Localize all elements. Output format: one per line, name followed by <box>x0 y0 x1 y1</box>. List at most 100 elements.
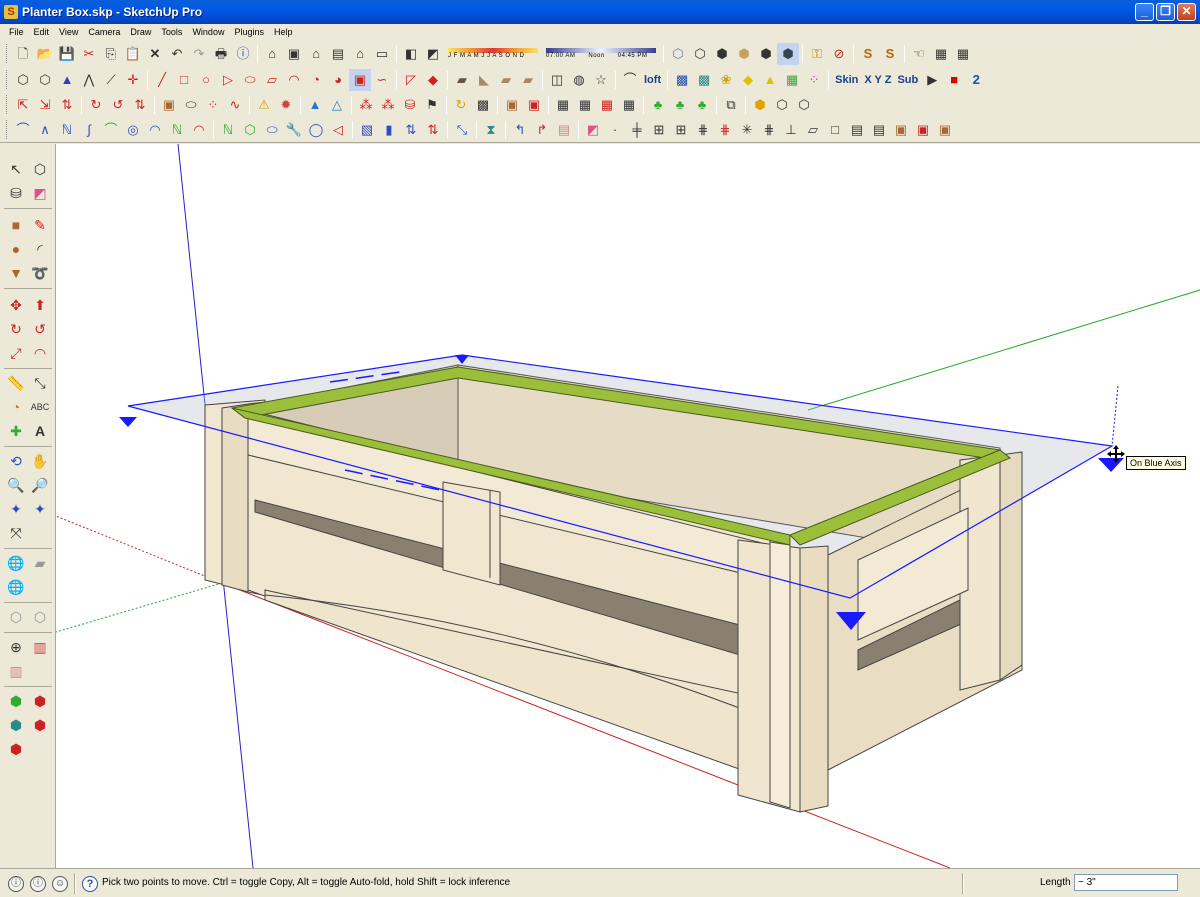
look-around-icon[interactable]: ▥ <box>5 660 27 682</box>
box-wood-icon[interactable]: ▣ <box>501 94 523 116</box>
arc-tool-icon[interactable]: ◜ <box>29 238 51 260</box>
curve-i-icon[interactable]: ℕ <box>217 119 239 141</box>
cut-icon[interactable]: ✂ <box>78 43 100 65</box>
curve-b-icon[interactable]: ∧ <box>34 119 56 141</box>
xyz-button[interactable]: X Y Z <box>861 74 894 86</box>
maximize-button[interactable]: ❐ <box>1156 3 1175 21</box>
follow-me-tool-icon[interactable]: ↺ <box>29 318 51 340</box>
previous-view-icon[interactable]: ✦ <box>5 498 27 520</box>
3d-text-icon[interactable]: A <box>29 420 51 442</box>
photo-texture-icon[interactable]: ⬡ <box>5 606 27 628</box>
save-icon[interactable]: 💾 <box>56 43 78 65</box>
plugin-blue-icon[interactable]: ▩ <box>671 69 693 91</box>
curve-g-icon[interactable]: ℕ <box>166 119 188 141</box>
bars-icon[interactable]: ▮ <box>378 119 400 141</box>
polyline-icon[interactable]: ◸ <box>400 69 422 91</box>
toolbar-grip[interactable] <box>6 44 9 63</box>
polygon-tool-icon[interactable]: ▼ <box>5 262 27 284</box>
cylinder-icon[interactable]: ⬭ <box>180 94 202 116</box>
grid-6-icon[interactable]: ✳ <box>736 119 758 141</box>
section-plane-icon[interactable]: ◫ <box>546 69 568 91</box>
display-shadows-icon[interactable]: ◩ <box>422 43 444 65</box>
menu-help[interactable]: Help <box>269 27 298 37</box>
wrench-icon[interactable]: 🔧 <box>283 119 305 141</box>
plugin-grid-icon[interactable]: ▦ <box>781 69 803 91</box>
warning-icon[interactable]: ⚠ <box>253 94 275 116</box>
plugin-2-icon[interactable]: 2 <box>965 69 987 91</box>
sandbox-5-icon[interactable]: ⬢ <box>5 738 27 760</box>
grid-10-icon[interactable]: □ <box>824 119 846 141</box>
paint-bucket-tool-icon[interactable]: ⛁ <box>5 182 27 204</box>
plant-3-icon[interactable]: ♣ <box>691 94 713 116</box>
menu-window[interactable]: Window <box>187 27 229 37</box>
star-icon[interactable]: ☆ <box>590 69 612 91</box>
circle-tool-icon[interactable]: ● <box>5 238 27 260</box>
component-icon[interactable]: ▦ <box>930 43 952 65</box>
curve-c-icon[interactable]: ℕ <box>56 119 78 141</box>
top-view-icon[interactable]: ▣ <box>283 43 305 65</box>
menu-view[interactable]: View <box>54 27 83 37</box>
toolbar-grip[interactable] <box>6 120 9 139</box>
hex-3-icon[interactable]: ⬡ <box>793 94 815 116</box>
component-2-icon[interactable]: ▦ <box>952 43 974 65</box>
stop-icon[interactable]: ■ <box>943 69 965 91</box>
angle-icon[interactable]: ⋀ <box>78 69 100 91</box>
hourglass-icon[interactable]: ⧗ <box>480 119 502 141</box>
rotate-tool-icon[interactable]: ↻ <box>5 318 27 340</box>
flag-icon[interactable]: ⚑ <box>421 94 443 116</box>
path-icon[interactable]: ⁘ <box>202 94 224 116</box>
push-pull-tool-icon[interactable]: ⬆ <box>29 294 51 316</box>
line-icon[interactable]: ╱ <box>151 69 173 91</box>
plant-2-icon[interactable]: ♣ <box>669 94 691 116</box>
model-canvas[interactable] <box>56 144 1200 868</box>
zoom-icon[interactable]: 🔍 <box>5 474 27 496</box>
grid-3-icon[interactable]: ⊞ <box>670 119 692 141</box>
grid-2-icon[interactable]: ⊞ <box>648 119 670 141</box>
iso-view-icon[interactable]: ⌂ <box>261 43 283 65</box>
make-component-icon[interactable]: ⬡ <box>29 158 51 180</box>
curve-d-icon[interactable]: ∫ <box>78 119 100 141</box>
cone-mesh-icon[interactable]: △ <box>326 94 348 116</box>
zoom-extents-icon[interactable]: ⤧ <box>5 522 27 544</box>
gear-icon[interactable]: ✹ <box>275 94 297 116</box>
pyramid-icon[interactable]: ▲ <box>56 69 78 91</box>
grid-7-icon[interactable]: ⋕ <box>758 119 780 141</box>
path-2-icon[interactable]: ∿ <box>224 94 246 116</box>
plugin-tool-2-icon[interactable]: ⊘ <box>828 43 850 65</box>
hex-icon[interactable]: ⬢ <box>749 94 771 116</box>
diagonal-icon[interactable]: ⤡ <box>451 119 473 141</box>
minimize-button[interactable]: _ <box>1135 3 1154 21</box>
curve-icon[interactable]: ∽ <box>371 69 393 91</box>
plugin-s-icon[interactable]: S <box>857 43 879 65</box>
geo-location-icon[interactable]: ⓘ <box>8 876 24 892</box>
move-y-icon[interactable]: ⇲ <box>34 94 56 116</box>
sub-button[interactable]: Sub <box>894 74 921 86</box>
copy-icon[interactable]: ⎘ <box>100 43 122 65</box>
mesh-2-icon[interactable]: ▦ <box>574 94 596 116</box>
user-icon[interactable]: ☺ <box>52 876 68 892</box>
curve-e-icon[interactable]: ⌒ <box>100 119 122 141</box>
3d-viewport[interactable]: On Blue Axis <box>56 144 1200 868</box>
texture-2-icon[interactable]: ◣ <box>473 69 495 91</box>
solid-icon[interactable]: ⬡ <box>12 69 34 91</box>
arc-icon[interactable]: ◠ <box>283 69 305 91</box>
move-z-icon[interactable]: ⇅ <box>56 94 78 116</box>
toolbar-grip[interactable] <box>6 95 9 114</box>
grid-4-icon[interactable]: ⋕ <box>692 119 714 141</box>
menu-file[interactable]: File <box>4 27 29 37</box>
share-model-icon[interactable]: ⬡ <box>29 606 51 628</box>
polygon-icon[interactable]: ⬡ <box>239 119 261 141</box>
scale-tool-icon[interactable]: ⤢ <box>5 342 27 364</box>
sandbox-icon[interactable]: ⬢ <box>5 690 27 712</box>
plugin-teal-icon[interactable]: ▩ <box>693 69 715 91</box>
mesh-icon[interactable]: ▦ <box>552 94 574 116</box>
box-small-icon[interactable]: ▣ <box>890 119 912 141</box>
offset-icon[interactable]: ▣ <box>349 68 371 91</box>
walk-icon[interactable]: ▥ <box>29 636 51 658</box>
blob-icon[interactable]: ◯ <box>305 119 327 141</box>
array-2-icon[interactable]: ⁂ <box>377 94 399 116</box>
open-file-icon[interactable]: 📂 <box>34 43 56 65</box>
dimension-tool-icon[interactable]: ⤡ <box>29 372 51 394</box>
triangle-icon[interactable]: ▷ <box>217 69 239 91</box>
zoom-window-icon[interactable]: 🔎 <box>29 474 51 496</box>
